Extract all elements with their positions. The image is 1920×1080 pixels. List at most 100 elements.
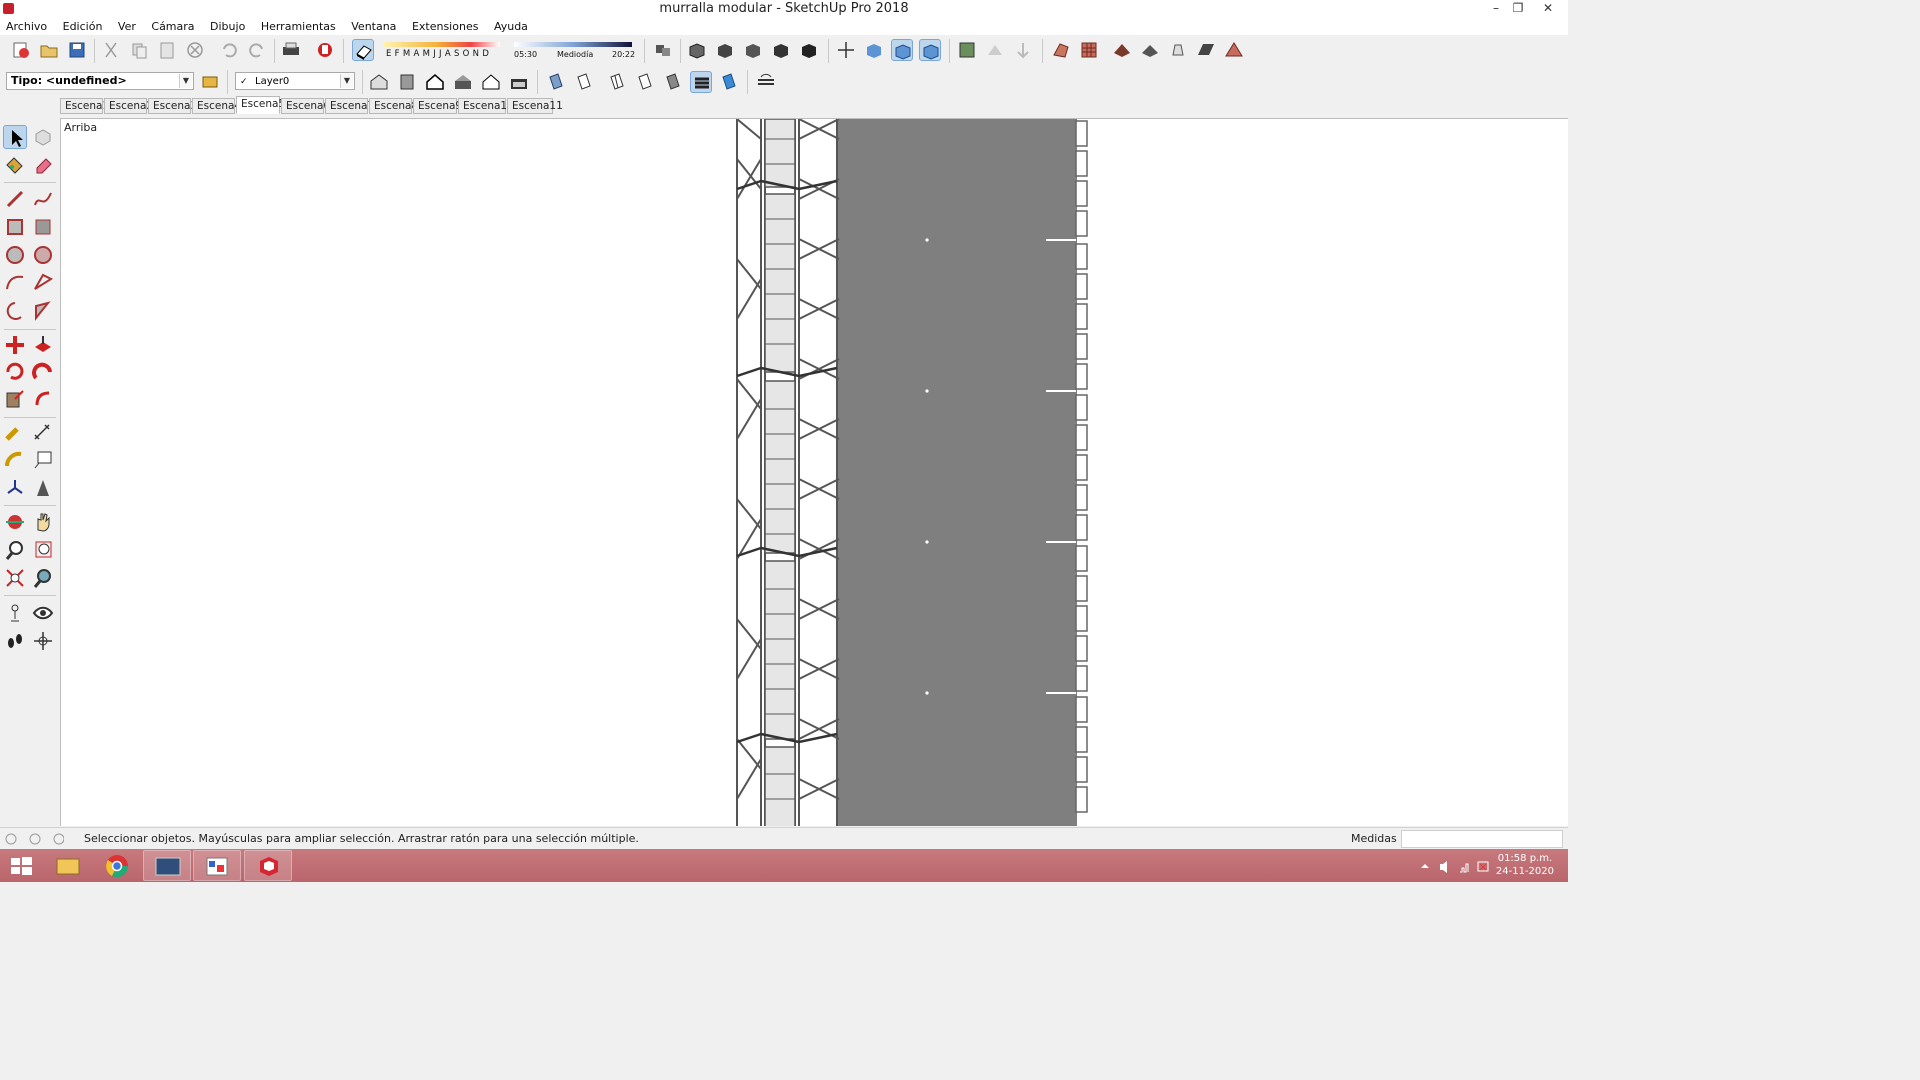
line-tool-icon[interactable] xyxy=(3,187,27,211)
view-back-icon[interactable] xyxy=(798,39,820,61)
rectangle-tool-icon[interactable] xyxy=(3,215,27,239)
tab-escena5[interactable]: Escena5 xyxy=(236,96,285,114)
tape-measure-icon[interactable] xyxy=(3,421,27,445)
menu-ventana[interactable]: Ventana xyxy=(345,18,402,33)
sketchup-taskbar-icon[interactable] xyxy=(244,850,292,881)
view-top-house-icon[interactable] xyxy=(396,71,418,93)
zoom-extents-icon[interactable] xyxy=(3,566,27,590)
classifier-icon[interactable] xyxy=(199,71,221,93)
save-icon[interactable] xyxy=(66,39,88,61)
protractor-icon[interactable] xyxy=(3,448,27,472)
two-point-arc-icon[interactable] xyxy=(31,271,55,295)
layer-dropdown[interactable]: ✓ Layer0 ▼ xyxy=(235,72,355,90)
eraser-icon[interactable] xyxy=(31,153,55,177)
minimize-button[interactable]: – xyxy=(1485,0,1507,18)
tab-escena10[interactable]: Escena10 xyxy=(458,98,514,114)
shadows-toggle-icon[interactable] xyxy=(352,39,374,61)
rotate-tool-icon[interactable] xyxy=(3,360,27,384)
scale-tool-icon[interactable] xyxy=(3,387,27,411)
zoom-window-icon[interactable] xyxy=(31,538,55,562)
menu-edicion[interactable]: Edición xyxy=(57,18,109,33)
system-tray-icons[interactable] xyxy=(1418,856,1498,876)
tab-escena7[interactable]: Escena7 xyxy=(325,98,374,114)
make-component-icon[interactable] xyxy=(31,125,55,149)
freehand-tool-icon[interactable] xyxy=(31,187,55,211)
style-hidden-line-icon[interactable] xyxy=(606,71,628,93)
shadow-time-slider[interactable]: 05:30 Mediodía 20:22 xyxy=(512,41,635,63)
desktop-app-taskbar-icon[interactable] xyxy=(143,850,191,881)
follow-me-icon[interactable] xyxy=(31,360,55,384)
menu-ayuda[interactable]: Ayuda xyxy=(488,18,534,33)
tab-escena3[interactable]: Escena3 xyxy=(148,98,197,114)
section-plane-tool-icon[interactable] xyxy=(31,629,55,653)
add-detail-icon[interactable] xyxy=(1195,39,1217,61)
taskbar-clock[interactable]: 01:58 p.m. 24-11-2020 xyxy=(1496,852,1554,878)
model-viewport[interactable]: Arriba xyxy=(60,118,1568,826)
tab-escena2[interactable]: Escena2 xyxy=(104,98,153,114)
section-plane-icon[interactable] xyxy=(863,39,885,61)
type-dropdown[interactable]: Tipo: <undefined> ▼ xyxy=(6,72,194,90)
flip-edge-icon[interactable] xyxy=(1223,39,1245,61)
view-front-icon[interactable] xyxy=(742,39,764,61)
3d-text-icon[interactable] xyxy=(31,476,55,500)
file-explorer-taskbar-icon[interactable] xyxy=(44,850,92,881)
print-icon[interactable] xyxy=(280,39,302,61)
dimension-tool-icon[interactable] xyxy=(31,421,55,445)
previous-view-icon[interactable] xyxy=(31,566,55,590)
chevron-down-icon[interactable]: ▼ xyxy=(179,74,192,88)
menu-ver[interactable]: Ver xyxy=(112,18,142,33)
view-right-house-icon[interactable] xyxy=(452,71,474,93)
menu-camara[interactable]: Cámara xyxy=(145,18,200,33)
drape-icon[interactable] xyxy=(1167,39,1189,61)
delete-icon[interactable] xyxy=(184,39,206,61)
sandbox-contours-icon[interactable] xyxy=(1050,39,1072,61)
back-edges-icon[interactable] xyxy=(919,39,941,61)
style-monochrome-icon[interactable] xyxy=(690,71,712,93)
rotated-rectangle-icon[interactable] xyxy=(31,215,55,239)
axes-tool-icon[interactable] xyxy=(3,476,27,500)
pie-tool-icon[interactable] xyxy=(31,299,55,323)
tab-escena9[interactable]: Escena9 xyxy=(413,98,462,114)
zoom-tool-icon[interactable] xyxy=(3,538,27,562)
wall-model[interactable] xyxy=(61,119,1568,826)
menu-herramientas[interactable]: Herramientas xyxy=(255,18,342,33)
paint-taskbar-icon[interactable] xyxy=(193,850,241,881)
new-file-icon[interactable] xyxy=(10,39,32,61)
look-around-icon[interactable] xyxy=(31,601,55,625)
arc-tool-icon[interactable] xyxy=(3,271,27,295)
chevron-down-icon[interactable]: ▼ xyxy=(340,74,353,88)
add-location-icon[interactable] xyxy=(956,39,978,61)
model-info-icon[interactable] xyxy=(314,39,336,61)
view-left-house-icon[interactable] xyxy=(508,71,530,93)
toggle-terrain-icon[interactable] xyxy=(984,39,1006,61)
view-top-icon[interactable] xyxy=(714,39,736,61)
style-xray-icon[interactable] xyxy=(545,71,567,93)
chrome-taskbar-icon[interactable] xyxy=(93,850,141,881)
position-camera-icon[interactable] xyxy=(3,601,27,625)
three-point-arc-icon[interactable] xyxy=(3,299,27,323)
start-button[interactable] xyxy=(0,850,42,881)
tab-escena1[interactable]: Escena1 xyxy=(60,98,109,114)
view-back-house-icon[interactable] xyxy=(480,71,502,93)
close-button[interactable]: ✕ xyxy=(1537,0,1559,18)
move-tool-icon[interactable] xyxy=(3,333,27,357)
style-shaded-textures-icon[interactable] xyxy=(662,71,684,93)
offset-tool-icon[interactable] xyxy=(31,387,55,411)
circle-tool-icon[interactable] xyxy=(3,243,27,267)
tab-escena11[interactable]: Escena11 xyxy=(507,98,563,114)
tab-escena8[interactable]: Escena8 xyxy=(369,98,418,114)
status-icons[interactable] xyxy=(4,829,64,849)
select-tool-icon[interactable] xyxy=(3,125,27,149)
view-right-icon[interactable] xyxy=(770,39,792,61)
orbit-tool-icon[interactable] xyxy=(3,510,27,534)
style-color-icon[interactable] xyxy=(718,71,740,93)
tab-escena6[interactable]: Escena6 xyxy=(281,98,330,114)
style-wireframe-icon[interactable] xyxy=(573,71,595,93)
measurements-input[interactable] xyxy=(1401,830,1563,848)
tab-escena4[interactable]: Escena4 xyxy=(192,98,241,114)
paint-bucket-icon[interactable] xyxy=(3,153,27,177)
menu-extensiones[interactable]: Extensiones xyxy=(406,18,485,33)
view-iso-icon[interactable] xyxy=(686,39,708,61)
sandbox-grid-icon[interactable] xyxy=(1078,39,1100,61)
pan-tool-icon[interactable] xyxy=(31,510,55,534)
